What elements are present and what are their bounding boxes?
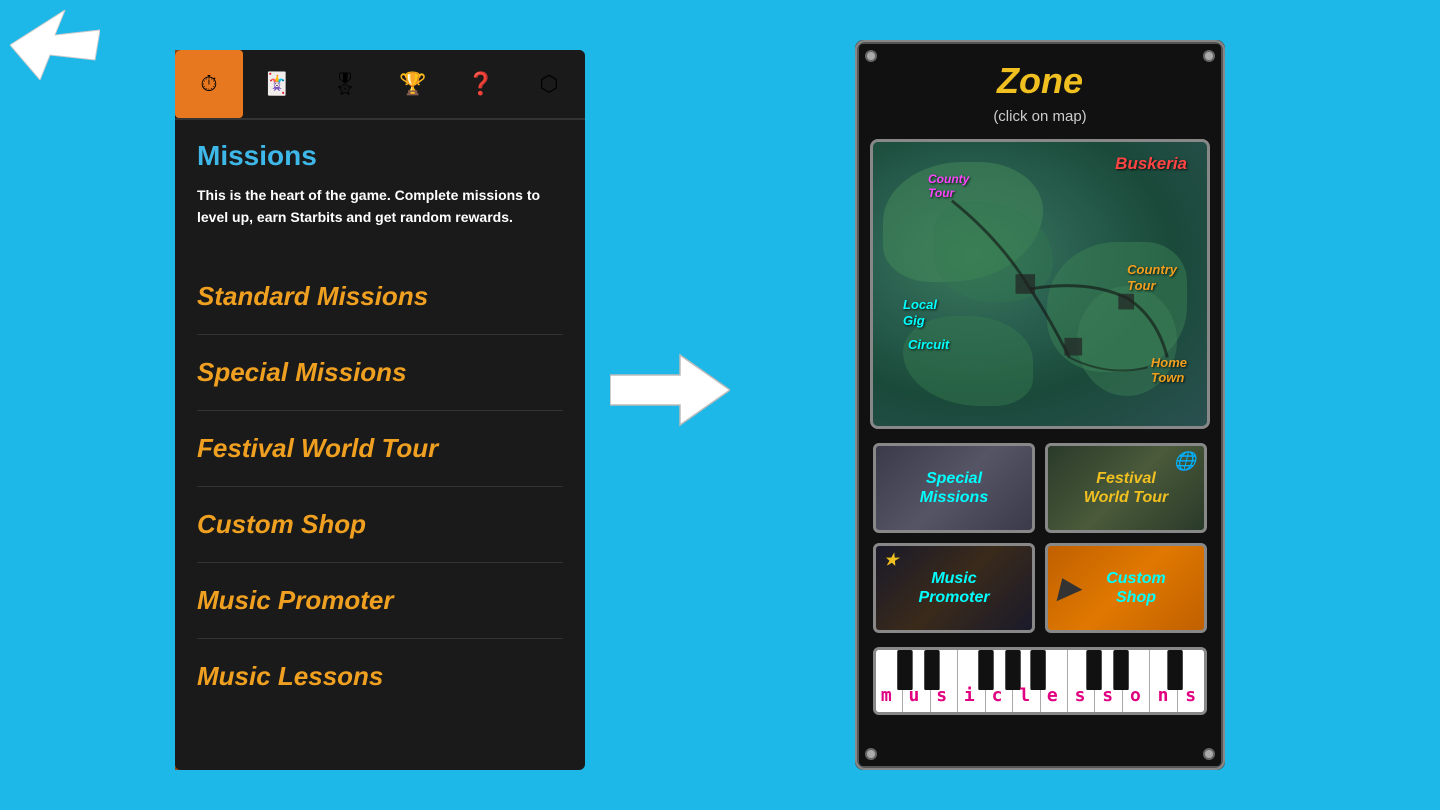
- tab-medal[interactable]: 🎖: [311, 50, 379, 118]
- menu-item-special-missions[interactable]: Special Missions: [197, 335, 563, 411]
- special-missions-button[interactable]: SpecialMissions: [873, 443, 1035, 533]
- menu-item-festival-world-tour[interactable]: Festival World Tour: [197, 411, 563, 487]
- zone-subtitle: (click on map): [993, 108, 1086, 125]
- zone-title: Zone: [997, 60, 1083, 102]
- map-label-county-tour: CountyTour: [928, 172, 969, 201]
- missions-description: This is the heart of the game. Complete …: [197, 184, 563, 229]
- custom-shop-label: CustomShop: [1106, 569, 1166, 607]
- festival-world-tour-label: FestivalWorld Tour: [1084, 469, 1168, 507]
- tab-missions[interactable]: ⏱: [175, 50, 243, 118]
- menu-item-custom-shop[interactable]: Custom Shop: [197, 487, 563, 563]
- music-promoter-label: MusicPromoter: [918, 569, 989, 607]
- custom-shop-button[interactable]: ▶ CustomShop: [1045, 543, 1207, 633]
- left-panel-content: Missions This is the heart of the game. …: [175, 120, 585, 770]
- map-label-hometown: HomeTown: [1151, 355, 1187, 386]
- map-label-local-gig: LocalGig: [903, 297, 937, 328]
- star-icon: ★: [884, 551, 898, 570]
- tab-hive[interactable]: ⬡: [515, 50, 583, 118]
- special-missions-label: SpecialMissions: [920, 469, 988, 507]
- festival-world-tour-button[interactable]: 🌐 FestivalWorld Tour: [1045, 443, 1207, 533]
- map-label-country-tour: CountryTour: [1127, 262, 1177, 293]
- tab-bar: ⏱ 🃏 🎖 🏆 ❓ ⬡: [175, 50, 585, 120]
- corner-bolt-br: [1203, 748, 1215, 760]
- menu-item-standard-missions[interactable]: Standard Missions: [197, 259, 563, 335]
- tab-trophy[interactable]: 🏆: [379, 50, 447, 118]
- music-lessons-label: m u s i c l e s s o n s: [876, 685, 1204, 706]
- festival-icon: 🌐: [1174, 451, 1196, 473]
- zone-map[interactable]: Buskeria CountyTour CountryTour LocalGig…: [870, 139, 1210, 429]
- menu-item-music-promoter[interactable]: Music Promoter: [197, 563, 563, 639]
- left-panel: ⏱ 🃏 🎖 🏆 ❓ ⬡ Missions This is the heart o…: [175, 50, 585, 770]
- tab-help[interactable]: ❓: [447, 50, 515, 118]
- map-label-buskeria: Buskeria: [1115, 154, 1187, 174]
- corner-bolt-tr: [1203, 50, 1215, 62]
- right-panel: Zone (click on map) Buskeria CountyTour …: [855, 40, 1225, 770]
- music-promoter-button[interactable]: ★ MusicPromoter: [873, 543, 1035, 633]
- pointer-arrow: [10, 10, 100, 80]
- center-arrow: [610, 350, 730, 430]
- mission-buttons-grid: SpecialMissions 🌐 FestivalWorld Tour ★ M…: [873, 443, 1207, 633]
- music-lessons-button[interactable]: m u s i c l e s s o n s: [873, 647, 1207, 715]
- missions-title: Missions: [197, 140, 563, 172]
- menu-item-music-lessons[interactable]: Music Lessons: [197, 639, 563, 714]
- map-label-circuit: Circuit: [908, 337, 949, 353]
- tab-cards[interactable]: 🃏: [243, 50, 311, 118]
- corner-bolt-bl: [865, 748, 877, 760]
- custom-shop-arrow-icon: ▶: [1058, 571, 1080, 605]
- corner-bolt-tl: [865, 50, 877, 62]
